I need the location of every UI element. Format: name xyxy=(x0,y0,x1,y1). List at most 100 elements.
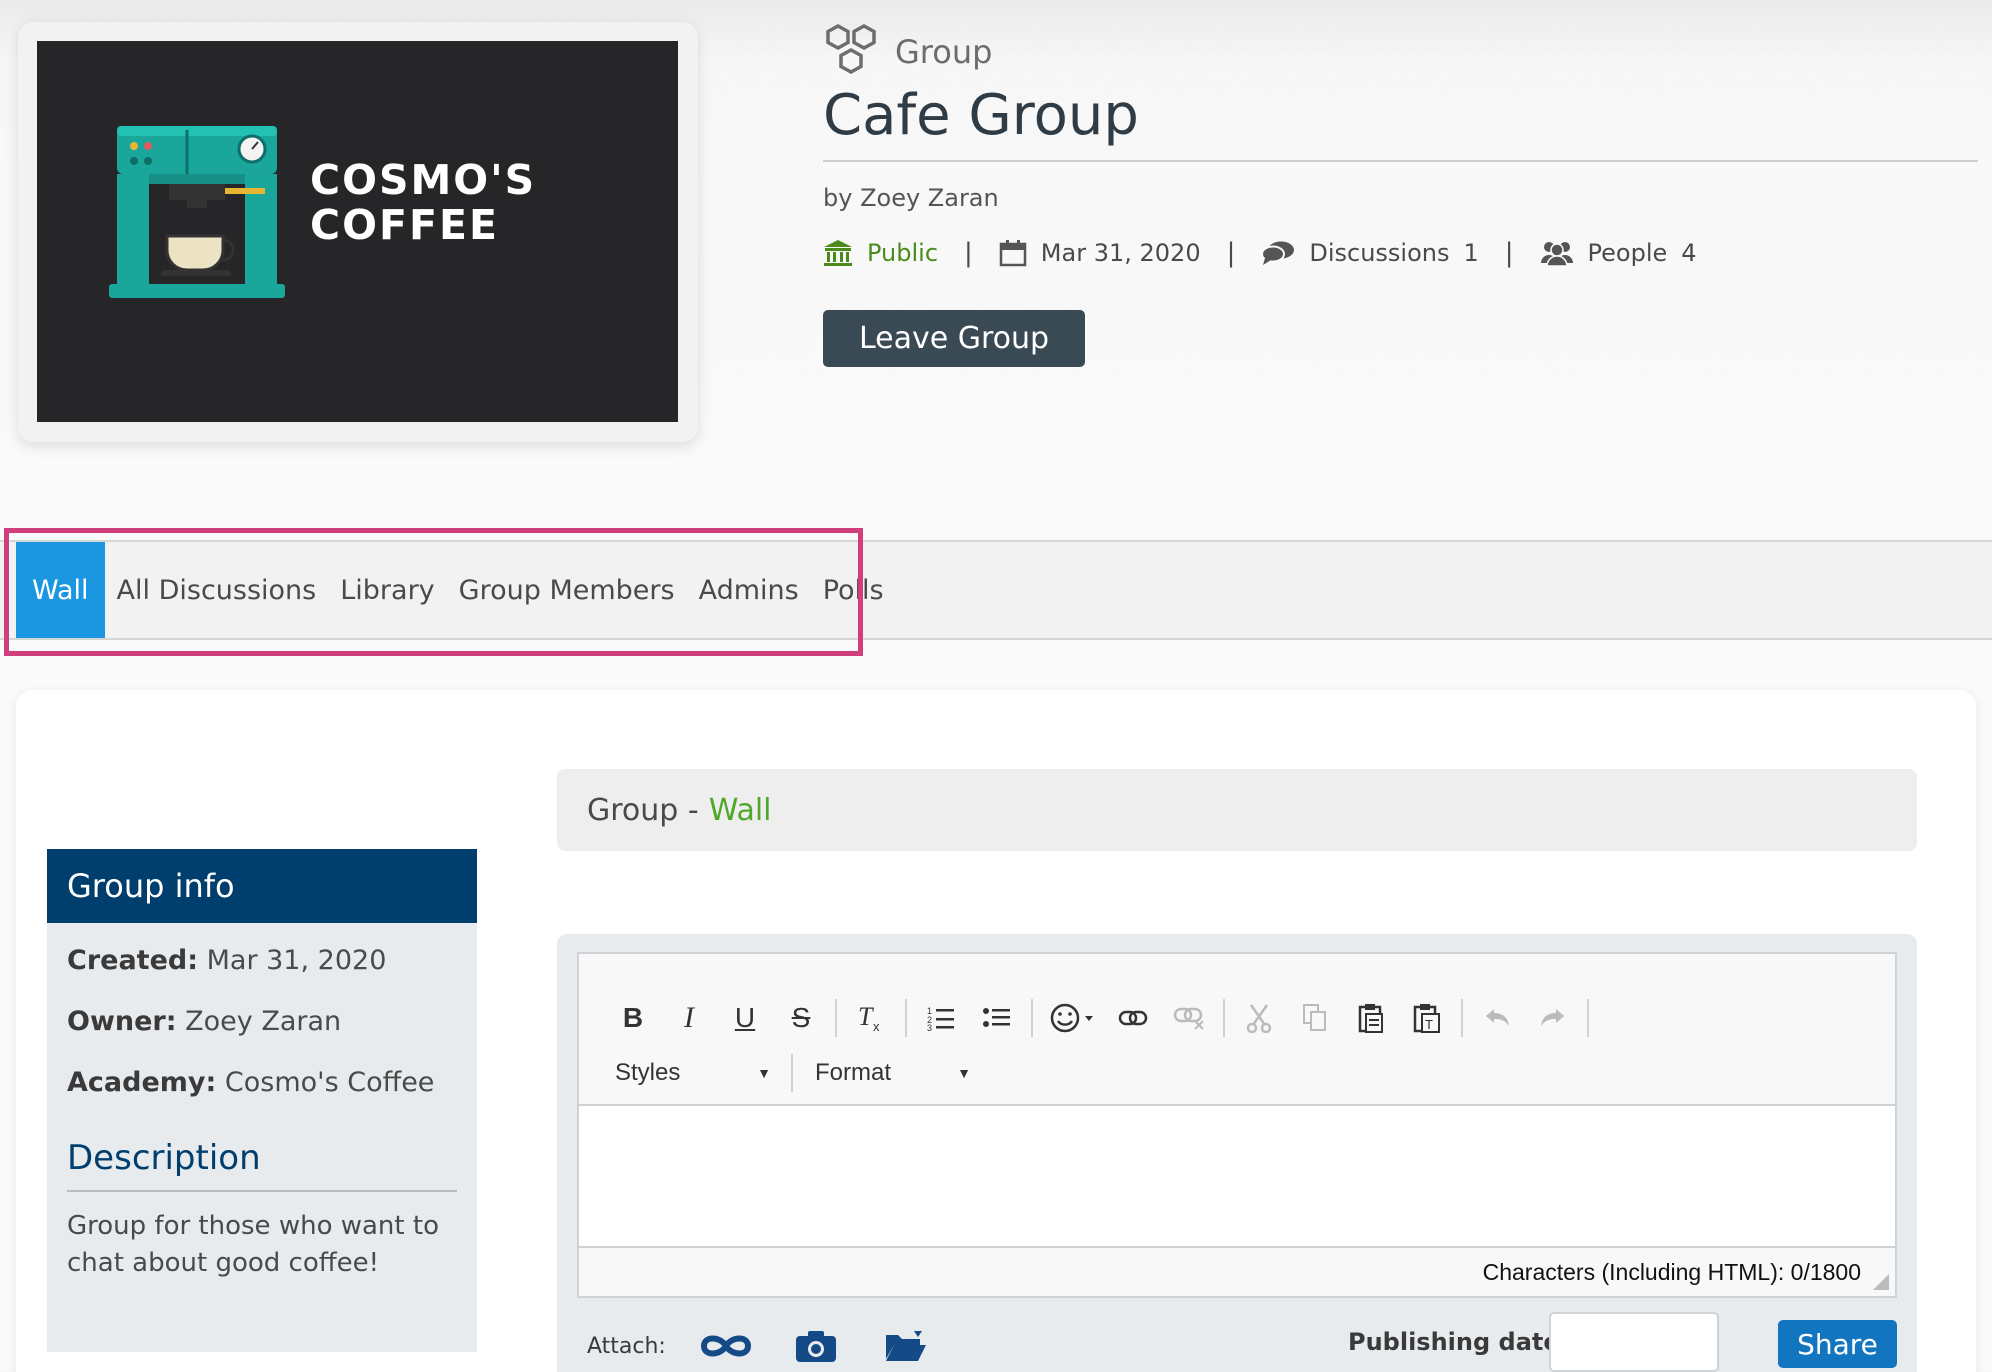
group-logo: COSMO'S COFFEE xyxy=(37,41,678,422)
people-count: 4 xyxy=(1681,239,1697,267)
toolbar-separator xyxy=(835,999,837,1037)
svg-text:T: T xyxy=(858,1003,874,1031)
attach-file-button[interactable] xyxy=(876,1326,936,1366)
meta-separator: | xyxy=(1504,238,1514,268)
bulleted-list-button[interactable] xyxy=(969,994,1025,1042)
character-counter: Characters (Including HTML): 0/1800 xyxy=(1482,1258,1861,1285)
attach-label: Attach: xyxy=(587,1333,666,1359)
calendar-icon xyxy=(999,240,1027,267)
numbered-list-icon: 1 2 3 xyxy=(927,1006,954,1031)
academy-row: Academy: Cosmo's Coffee xyxy=(47,1067,477,1098)
copy-icon xyxy=(1303,1004,1326,1031)
toolbar-separator xyxy=(1461,999,1463,1037)
discussions-label: Discussions xyxy=(1309,239,1450,267)
chevron-down-icon: ▼ xyxy=(757,1065,771,1081)
clear-format-icon: T x xyxy=(858,1003,880,1033)
hexagon-group-icon xyxy=(826,24,876,74)
visibility-item: Public xyxy=(823,239,938,267)
created-row: Created: Mar 31, 2020 xyxy=(47,945,477,976)
remove-format-button[interactable]: T x xyxy=(843,994,899,1042)
editor-footer: Characters (Including HTML): 0/1800 xyxy=(579,1246,1895,1296)
scissors-icon xyxy=(1246,1004,1272,1033)
group-info-panel: Group info Created: Mar 31, 2020 Owner: … xyxy=(47,849,477,1352)
toolbar-separator xyxy=(1587,999,1589,1037)
academy-value: Cosmo's Coffee xyxy=(224,1067,435,1098)
wall-heading-section: Wall xyxy=(708,792,772,828)
owner-label: Owner: xyxy=(67,1006,177,1037)
open-folder-icon xyxy=(885,1331,926,1361)
unlink-icon xyxy=(1173,1007,1204,1030)
group-type-label: Group xyxy=(895,33,993,71)
group-logo-card: COSMO'S COFFEE xyxy=(18,22,698,442)
publishing-date-label: Publishing date: xyxy=(1348,1328,1570,1356)
date-item: Mar 31, 2020 xyxy=(999,239,1201,267)
styles-label: Styles xyxy=(615,1059,681,1086)
post-composer: B I U S T x 1 2 3 T Styles ▼ Format ▼ Ch… xyxy=(557,934,1917,1372)
attach-link-button[interactable] xyxy=(696,1326,756,1366)
editor-toolbar: B I U S T x 1 2 3 T Styles ▼ Format ▼ xyxy=(579,954,1895,1106)
description-text: Group for those who want to chat about g… xyxy=(67,1211,439,1278)
bold-button[interactable]: B xyxy=(605,994,661,1042)
created-value: Mar 31, 2020 xyxy=(206,945,387,976)
italic-button[interactable]: I xyxy=(661,994,717,1042)
institution-icon xyxy=(824,240,852,266)
numbered-list-button[interactable]: 1 2 3 xyxy=(913,994,969,1042)
copy-button[interactable] xyxy=(1287,994,1343,1042)
undo-icon xyxy=(1486,1009,1509,1026)
meta-separator: | xyxy=(1226,238,1236,268)
underline-button[interactable]: U xyxy=(717,994,773,1042)
espresso-machine-icon xyxy=(109,126,285,298)
people-icon xyxy=(1540,242,1573,267)
description-heading: Description xyxy=(67,1138,457,1192)
unlink-button[interactable] xyxy=(1161,994,1217,1042)
strikethrough-button[interactable]: S xyxy=(773,994,829,1042)
people-label: People xyxy=(1587,239,1668,267)
created-date: Mar 31, 2020 xyxy=(1040,239,1201,267)
bulleted-list-icon xyxy=(983,1008,1010,1027)
paste-button[interactable] xyxy=(1343,994,1399,1042)
publishing-date-input[interactable] xyxy=(1549,1312,1719,1372)
logo-wordmark: COSMO'S COFFEE xyxy=(310,158,536,248)
resize-handle[interactable] xyxy=(1873,1274,1889,1290)
redo-button[interactable] xyxy=(1525,994,1581,1042)
styles-dropdown[interactable]: Styles ▼ xyxy=(615,1059,771,1087)
share-button[interactable]: Share xyxy=(1778,1320,1897,1368)
rich-text-editor: B I U S T x 1 2 3 T Styles ▼ Format ▼ Ch… xyxy=(577,952,1897,1298)
undo-button[interactable] xyxy=(1469,994,1525,1042)
toolbar-separator xyxy=(1031,999,1033,1037)
owner-value: Zoey Zaran xyxy=(185,1006,342,1037)
cut-button[interactable] xyxy=(1231,994,1287,1042)
page-title: Cafe Group xyxy=(823,80,1978,162)
owner-row: Owner: Zoey Zaran xyxy=(47,1006,477,1037)
people-item[interactable]: People 4 xyxy=(1540,239,1697,267)
tabs-highlight-box xyxy=(4,528,863,656)
toolbar-row-main: B I U S T x 1 2 3 T xyxy=(605,994,1595,1042)
visibility-label: Public xyxy=(867,239,939,267)
toolbar-row-format: Styles ▼ Format ▼ xyxy=(615,1054,971,1092)
paste-text-button[interactable]: T xyxy=(1399,994,1455,1042)
link-button[interactable] xyxy=(1105,994,1161,1042)
format-label: Format xyxy=(815,1059,892,1086)
link-icon xyxy=(1118,1010,1148,1026)
logo-line1: COSMO'S xyxy=(310,156,537,204)
svg-text:x: x xyxy=(873,1019,880,1033)
paste-text-icon: T xyxy=(1413,1004,1440,1033)
svg-text:3: 3 xyxy=(927,1023,932,1031)
group-info-heading: Group info xyxy=(47,849,477,923)
discussions-item[interactable]: Discussions 1 xyxy=(1261,239,1479,267)
academy-label: Academy: xyxy=(67,1067,217,1098)
emoji-button[interactable] xyxy=(1039,994,1105,1042)
format-dropdown[interactable]: Format ▼ xyxy=(815,1059,971,1087)
clipboard-icon xyxy=(1358,1004,1383,1033)
attach-photo-button[interactable] xyxy=(786,1326,846,1366)
attach-row: Attach: xyxy=(587,1326,966,1366)
logo-line2: COFFEE xyxy=(310,201,499,249)
toolbar-separator xyxy=(791,1054,793,1092)
leave-group-button[interactable]: Leave Group xyxy=(823,310,1085,367)
redo-icon xyxy=(1541,1009,1564,1026)
toolbar-separator xyxy=(1223,999,1225,1037)
editor-text-area[interactable] xyxy=(579,1106,1895,1246)
wall-heading: Group - Wall xyxy=(557,769,1917,851)
group-type: Group xyxy=(823,22,1978,82)
chat-bubbles-icon xyxy=(1261,241,1295,265)
